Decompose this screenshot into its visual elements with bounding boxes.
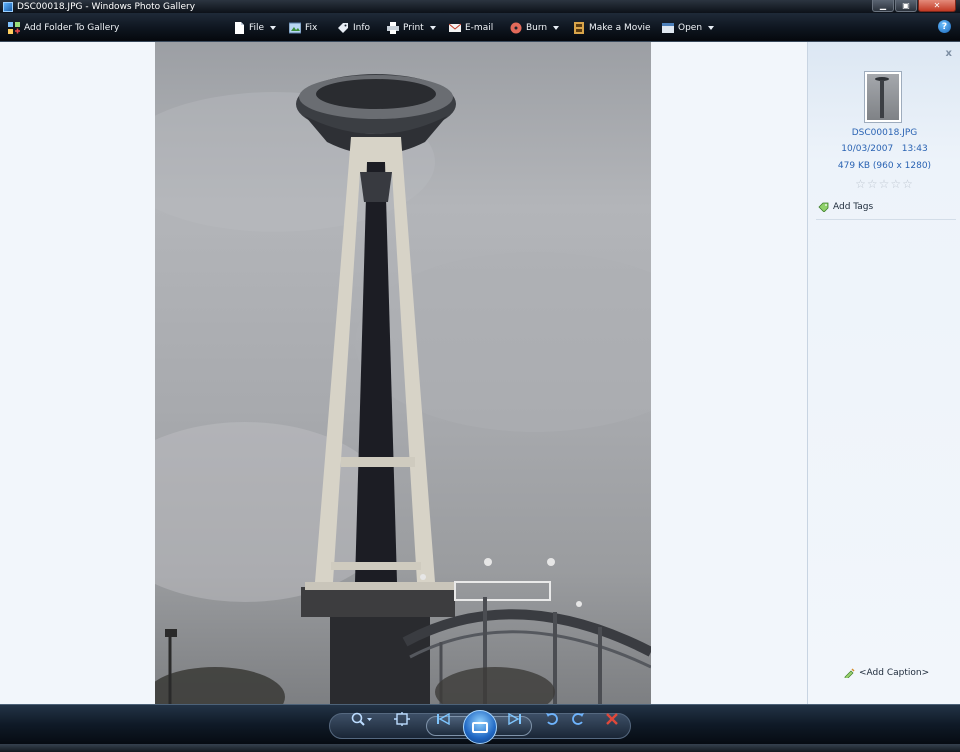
- zoom-magnifier-icon: [351, 712, 372, 726]
- film-strip-icon: [574, 21, 584, 34]
- rotate-left-icon: [546, 713, 558, 725]
- file-dropdown-icon: [270, 25, 277, 30]
- email-icon: [449, 23, 461, 32]
- photo-drawing: [155, 74, 651, 704]
- date-taken[interactable]: 10/03/2007 13:43: [808, 144, 960, 154]
- tags-divider: [816, 219, 956, 220]
- title-bar: DSC00018.JPG - Windows Photo Gallery ▁ ▣…: [0, 0, 960, 13]
- burn-menu-label: Burn: [526, 22, 548, 33]
- open-dropdown-icon: [708, 25, 715, 30]
- next-icon: [508, 713, 521, 725]
- fix-icon: [289, 22, 301, 33]
- add-tag-icon: [818, 202, 829, 212]
- date-value: 10/03/2007: [841, 144, 894, 154]
- burn-dropdown-icon: [553, 25, 560, 30]
- add-caption-label: <Add Caption>: [859, 668, 930, 678]
- delete-icon: [606, 713, 618, 725]
- time-value: 13:43: [901, 144, 928, 154]
- photo-gallery-app-icon: [3, 1, 13, 12]
- space-needle-photo: [155, 42, 651, 704]
- windows-taskbar: [0, 744, 960, 752]
- email-button[interactable]: E-mail: [449, 13, 493, 42]
- command-toolbar: Add Folder To Gallery File Fix Info Prin…: [0, 13, 960, 42]
- burn-menu[interactable]: Burn: [510, 13, 560, 42]
- make-movie-button[interactable]: Make a Movie: [573, 13, 651, 42]
- delete-button[interactable]: [603, 711, 621, 727]
- window-controls: ▁ ▣ ✕: [872, 0, 956, 12]
- burn-disc-icon: [510, 22, 522, 33]
- add-folder-icon: [8, 21, 20, 34]
- open-menu-label: Open: [678, 22, 703, 33]
- add-folder-button[interactable]: Add Folder To Gallery: [8, 13, 119, 42]
- close-window-button[interactable]: ✕: [918, 0, 956, 12]
- actual-size-button[interactable]: [393, 711, 411, 727]
- photo-thumbnail: [864, 71, 902, 123]
- minimize-button[interactable]: ▁: [872, 0, 894, 12]
- add-caption-icon: [844, 668, 855, 678]
- maximize-button[interactable]: ▣: [895, 0, 917, 12]
- add-tags-label: Add Tags: [833, 202, 874, 212]
- zoom-button[interactable]: [350, 711, 374, 727]
- open-menu[interactable]: Open: [662, 13, 715, 42]
- print-dropdown-icon: [429, 25, 436, 30]
- file-size: 479 KB (960 x 1280): [837, 161, 932, 171]
- make-movie-label: Make a Movie: [589, 22, 651, 33]
- print-menu-label: Print: [403, 22, 424, 33]
- star-rating[interactable]: ☆☆☆☆☆: [808, 177, 960, 191]
- rotate-right-icon: [572, 713, 584, 725]
- slideshow-button[interactable]: [463, 710, 497, 744]
- previous-button[interactable]: [434, 711, 452, 727]
- file-icon: [235, 21, 244, 34]
- info-button[interactable]: Info: [337, 13, 370, 42]
- previous-icon: [437, 713, 450, 725]
- fix-label: Fix: [305, 22, 318, 33]
- actual-size-icon: [394, 712, 410, 726]
- next-button[interactable]: [506, 711, 524, 727]
- image-viewer: [0, 42, 807, 704]
- info-tag-icon: [338, 22, 348, 33]
- thumbnail-image: [867, 74, 899, 120]
- open-window-icon: [662, 22, 674, 33]
- add-caption-link[interactable]: <Add Caption>: [844, 668, 929, 678]
- file-menu-label: File: [249, 22, 265, 33]
- slideshow-icon: [472, 721, 488, 733]
- add-folder-label: Add Folder To Gallery: [24, 22, 120, 33]
- file-name[interactable]: DSC00018.JPG: [808, 128, 960, 138]
- file-menu[interactable]: File: [233, 13, 277, 42]
- help-icon[interactable]: ?: [938, 20, 951, 33]
- info-label: Info: [353, 22, 371, 33]
- playback-control-bar: [0, 704, 960, 744]
- rotate-clockwise-button[interactable]: [569, 711, 587, 727]
- fix-button[interactable]: Fix: [289, 13, 317, 42]
- rotate-counterclockwise-button[interactable]: [543, 711, 561, 727]
- window-title: DSC00018.JPG - Windows Photo Gallery: [17, 1, 196, 12]
- close-pane-icon[interactable]: x: [946, 48, 952, 59]
- print-menu[interactable]: Print: [387, 13, 436, 42]
- printer-icon: [387, 21, 399, 34]
- email-label: E-mail: [465, 22, 494, 33]
- info-pane: x DSC00018.JPG 10/03/2007 13:43 479 KB (…: [807, 42, 960, 704]
- add-tags-link[interactable]: Add Tags: [818, 202, 873, 212]
